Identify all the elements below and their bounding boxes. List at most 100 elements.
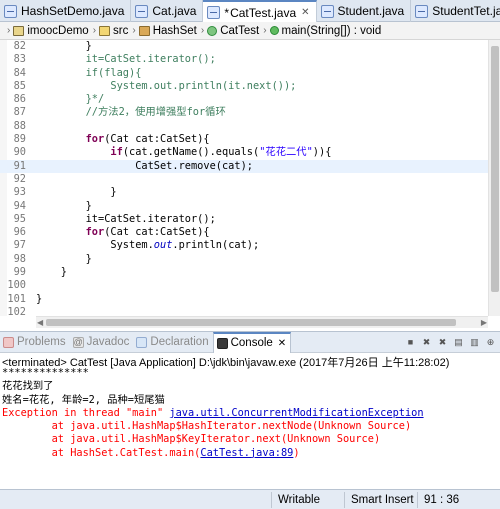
scroll-left-icon[interactable]: ◀ <box>37 318 43 327</box>
line-number: 100 <box>7 279 26 292</box>
scrollbar-thumb[interactable] <box>491 46 499 292</box>
view-tab-label: Declaration <box>150 336 209 348</box>
stack-trace-line: at java.util.HashMap$HashIterator.nextNo… <box>2 420 412 433</box>
source-link[interactable]: CatTest.java:89 <box>200 447 293 459</box>
code-line: 96 for(Cat cat:CatSet){ <box>0 226 488 239</box>
tab-declaration[interactable]: Declaration <box>133 332 212 353</box>
stack-trace-line: at HashSet.CatTest.main(CatTest.java:89) <box>2 447 498 460</box>
code-line: 86 }*/ <box>0 93 488 106</box>
scrollbar-thumb[interactable] <box>46 319 456 326</box>
dirty-marker: * <box>224 5 230 20</box>
declaration-icon <box>136 336 148 348</box>
code-line: 99 } <box>0 266 488 279</box>
horizontal-scrollbar[interactable]: ◀ ▶ <box>36 316 488 328</box>
java-file-icon <box>4 4 17 18</box>
tab-label: CatTest.java <box>230 5 297 20</box>
view-tab-label: Problems <box>17 336 66 348</box>
terminate-icon[interactable]: ■ <box>404 335 417 349</box>
code-text: } <box>36 199 92 212</box>
exception-prefix: Exception in thread "main" <box>2 406 170 419</box>
code-text: } <box>36 292 43 305</box>
tab-hashsetdemo[interactable]: HashSetDemo.java <box>0 0 132 22</box>
breadcrumb-item-class[interactable]: CatTest <box>207 25 259 37</box>
source-folder-icon <box>99 25 111 36</box>
code-line: 90 if(cat.getName().equals("花花二代")){ <box>0 146 488 159</box>
tab-student[interactable]: Student.java <box>317 0 412 22</box>
code-text: //方法2，使用增强型for循环 <box>85 106 226 119</box>
console-output[interactable]: <terminated> CatTest [Java Application] … <box>0 353 500 487</box>
breadcrumb-label: HashSet <box>152 24 197 37</box>
tab-studenttet[interactable]: StudentTet.java <box>411 0 500 22</box>
close-icon[interactable]: ✕ <box>278 338 286 349</box>
remove-launch-icon[interactable]: ✖ <box>420 335 433 349</box>
code-line: 89 for(Cat cat:CatSet){ <box>0 133 488 146</box>
breadcrumb: › imoocDemo › src › HashSet › CatTest › … <box>0 22 500 40</box>
breadcrumb-item-src[interactable]: src <box>99 25 128 37</box>
breadcrumb-item-package[interactable]: HashSet <box>138 24 197 37</box>
code-line: 93 } <box>0 186 488 199</box>
code-line: 95 it=CatSet.iterator(); <box>0 213 488 226</box>
code-text: } <box>36 252 92 265</box>
line-number: 91 <box>13 159 26 172</box>
java-file-icon <box>207 6 221 19</box>
line-number: 90 <box>13 146 26 159</box>
line-number: 89 <box>13 133 26 146</box>
remove-all-icon[interactable]: ✖ <box>436 335 449 349</box>
line-number: 84 <box>13 66 26 79</box>
status-cursor-position: 91 : 36 <box>417 492 459 508</box>
line-number: 96 <box>13 226 26 239</box>
code-text: it=CatSet.iterator(); <box>36 212 216 225</box>
tab-problems[interactable]: Problems <box>0 332 70 353</box>
status-insert-mode[interactable]: Smart Insert <box>344 492 414 508</box>
console-icon <box>216 337 228 349</box>
tab-label: StudentTet.java <box>432 4 500 18</box>
editor-tab-bar: HashSetDemo.java Cat.java * CatTest.java… <box>0 0 500 23</box>
line-number: 94 <box>13 199 26 212</box>
scroll-right-icon[interactable]: ▶ <box>481 318 487 327</box>
clear-console-icon[interactable]: ▤ <box>452 335 465 349</box>
vertical-scrollbar[interactable] <box>488 40 500 316</box>
code-editor[interactable]: 82 } 83 it=CatSet.iterator(); 84 if(flag… <box>0 40 500 328</box>
tab-cattest[interactable]: * CatTest.java ✕ <box>203 0 317 23</box>
code-text: System.out.println(it.next()); <box>36 79 297 92</box>
exception-line: Exception in thread "main" java.util.Con… <box>2 407 498 420</box>
line-number: 82 <box>13 40 26 52</box>
line-number: 98 <box>13 252 26 265</box>
project-icon <box>13 25 25 36</box>
code-line: 92 <box>0 173 488 186</box>
console-line: 姓名=花花, 年龄=2, 品种=短尾猫 <box>2 393 165 406</box>
exception-link[interactable]: java.util.ConcurrentModificationExceptio… <box>169 407 423 419</box>
chevron-right-icon: › <box>132 25 136 36</box>
status-writable: Writable <box>271 492 320 508</box>
view-tab-label: Javadoc <box>86 336 130 348</box>
code-line: 82 } <box>0 40 488 53</box>
scroll-lock-icon[interactable]: ▥ <box>468 335 481 349</box>
method-icon <box>269 26 279 35</box>
stack-prefix: at HashSet.CatTest.main( <box>2 446 201 459</box>
breadcrumb-item-project[interactable]: imoocDemo <box>13 25 89 37</box>
java-file-icon <box>415 4 429 18</box>
breadcrumb-label: src <box>113 24 129 37</box>
close-icon[interactable]: ✕ <box>301 7 309 18</box>
line-number: 93 <box>13 186 26 199</box>
pin-console-icon[interactable]: ⊕ <box>484 335 497 349</box>
code-line: 85 System.out.println(it.next()); <box>0 80 488 93</box>
tab-javadoc[interactable]: @ Javadoc <box>70 332 134 353</box>
line-number: 88 <box>13 119 26 132</box>
line-number: 97 <box>13 239 26 252</box>
code-text: }*/ <box>36 93 105 106</box>
code-area[interactable]: 82 } 83 it=CatSet.iterator(); 84 if(flag… <box>0 40 488 318</box>
stack-suffix: ) <box>293 446 300 459</box>
view-tab-label: Console <box>230 337 273 349</box>
breadcrumb-item-method[interactable]: main(String[]) : void <box>269 25 381 37</box>
tab-console[interactable]: Console ✕ <box>212 331 292 353</box>
views-tab-bar: Problems @ Javadoc Declaration Console ✕… <box>0 331 500 353</box>
chevron-right-icon: › <box>263 25 267 36</box>
line-number: 85 <box>13 79 26 92</box>
code-text: } <box>36 266 67 279</box>
line-number: 87 <box>13 106 26 119</box>
class-icon <box>207 25 218 36</box>
tab-cat[interactable]: Cat.java <box>131 0 204 22</box>
line-number: 83 <box>13 53 26 66</box>
code-text: System.out.println(cat); <box>36 239 260 252</box>
